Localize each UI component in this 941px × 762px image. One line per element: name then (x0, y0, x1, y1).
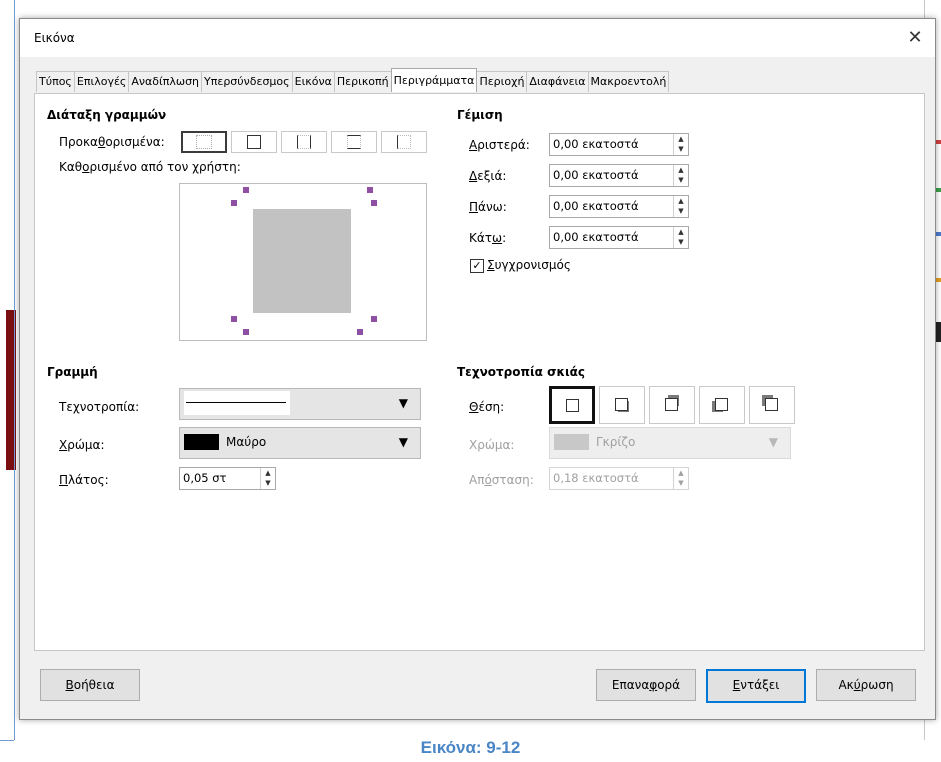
preset-box[interactable] (231, 131, 277, 153)
preset-group (181, 131, 431, 153)
padding-right-label: Δεξιά: (469, 169, 507, 183)
corner-handle[interactable] (231, 200, 237, 206)
spin-up-icon[interactable]: ▲ (674, 196, 688, 206)
border-preview-content (253, 209, 351, 313)
line-width-spinner[interactable]: 0,05 στ ▲ ▼ (179, 467, 276, 490)
corner-handle[interactable] (371, 200, 377, 206)
shadow-position-label: Θέση: (469, 400, 505, 414)
corner-handle[interactable] (243, 187, 249, 193)
tab-options[interactable]: Επιλογές (73, 71, 130, 92)
line-width-label: Πλάτος: (59, 473, 109, 487)
corner-handle[interactable] (243, 329, 249, 335)
padding-right-value: 0,00 εκατοστά (553, 168, 639, 182)
shadow-distance-label: Απόσταση: (469, 473, 534, 487)
line-style-dropdown[interactable]: ▼ (179, 388, 421, 420)
image-dialog: Εικόνα ✕ Τύπος Επιλογές Αναδίπλωση Υπερσ… (19, 18, 936, 720)
tab-borders[interactable]: Περιγράμματα (390, 68, 478, 92)
shadow-bottom-right-button[interactable] (599, 386, 645, 424)
shadow-bottom-left-button[interactable] (699, 386, 745, 424)
spin-up-icon[interactable]: ▲ (674, 165, 688, 175)
checkmark-icon: ✓ (470, 259, 484, 273)
line-style-label: Τεχνοτροπία: (59, 400, 140, 414)
padding-title: Γέμιση (457, 108, 503, 122)
synchronize-label: Συγχρονισμός (487, 258, 571, 272)
corner-handle[interactable] (231, 316, 237, 322)
spin-up-icon[interactable]: ▲ (261, 468, 275, 478)
spin-down-icon[interactable]: ▼ (674, 175, 688, 185)
tab-image[interactable]: Εικόνα (291, 71, 335, 92)
shadow-position-group (549, 386, 799, 424)
shadow-distance-value: 0,18 εκατοστά (553, 471, 639, 485)
padding-left-value: 0,00 εκατοστά (553, 137, 639, 151)
user-defined-label: Καθορισμένο από τον χρήστη: (59, 160, 241, 174)
spin-down-icon[interactable]: ▼ (674, 237, 688, 247)
spin-up-icon[interactable]: ▲ (674, 227, 688, 237)
tab-wrap[interactable]: Αναδίπλωση (128, 71, 203, 92)
corner-handle[interactable] (357, 329, 363, 335)
spin-down-icon[interactable]: ▼ (674, 478, 688, 488)
preset-left-right[interactable] (281, 131, 327, 153)
tab-type[interactable]: Τύπος (36, 71, 75, 92)
color-swatch (554, 434, 589, 450)
padding-bottom-spinner[interactable]: 0,00 εκατοστά ▲ ▼ (549, 226, 689, 249)
shadow-top-right-button[interactable] (649, 386, 695, 424)
tab-transparency[interactable]: Διαφάνεια (526, 71, 589, 92)
padding-top-spinner[interactable]: 0,00 εκατοστά ▲ ▼ (549, 195, 689, 218)
close-button[interactable]: ✕ (900, 23, 930, 53)
line-width-value: 0,05 στ (183, 471, 227, 485)
tab-area[interactable]: Περιοχή (476, 71, 528, 92)
presets-label: Προκαθορισμένα: (59, 135, 165, 149)
padding-bottom-label: Κάτω: (469, 231, 507, 245)
preset-left-only[interactable] (381, 131, 427, 153)
shadow-color-value: Γκρίζο (596, 435, 636, 449)
dialog-titlebar: Εικόνα ✕ (20, 19, 935, 57)
padding-left-spinner[interactable]: 0,00 εκατοστά ▲ ▼ (549, 133, 689, 156)
shadow-color-dropdown[interactable]: Γκρίζο ▼ (549, 427, 791, 459)
dialog-title: Εικόνα (34, 31, 75, 45)
borders-panel: Διάταξη γραμμών Προκαθορισμένα: Καθορισμ… (34, 93, 925, 651)
preset-none[interactable] (181, 131, 227, 153)
color-swatch (184, 434, 219, 450)
line-title: Γραμμή (47, 365, 98, 379)
spin-down-icon[interactable]: ▼ (674, 144, 688, 154)
chevron-down-icon: ▼ (398, 396, 408, 410)
tab-macro[interactable]: Μακροεντολή (587, 71, 670, 92)
spin-down-icon[interactable]: ▼ (261, 478, 275, 488)
shadow-color-label: Χρώμα: (469, 438, 515, 452)
spin-down-icon[interactable]: ▼ (674, 206, 688, 216)
spin-up-icon[interactable]: ▲ (674, 134, 688, 144)
line-color-value: Μαύρο (226, 435, 267, 449)
tab-hyperlink[interactable]: Υπερσύνδεσμος (201, 71, 293, 92)
padding-bottom-value: 0,00 εκατοστά (553, 230, 639, 244)
shadow-top-left-button[interactable] (749, 386, 795, 424)
line-arrangement-title: Διάταξη γραμμών (47, 108, 167, 122)
cancel-button[interactable]: Ακύρωση (816, 669, 916, 701)
ok-button[interactable]: Εντάξει (706, 669, 806, 703)
shadow-style-title: Τεχνοτροπία σκιάς (457, 365, 586, 379)
padding-right-spinner[interactable]: 0,00 εκατοστά ▲ ▼ (549, 164, 689, 187)
shadow-none-button[interactable] (549, 386, 595, 424)
preset-top-bottom[interactable] (331, 131, 377, 153)
spin-up-icon[interactable]: ▲ (674, 468, 688, 478)
line-color-label: Χρώμα: (59, 438, 105, 452)
figure-caption: Εικόνα: 9-12 (420, 738, 521, 757)
chevron-down-icon: ▼ (398, 435, 408, 449)
chevron-down-icon: ▼ (768, 435, 778, 449)
shadow-distance-spinner[interactable]: 0,18 εκατοστά ▲ ▼ (549, 467, 689, 490)
user-defined-border-area[interactable] (179, 183, 427, 341)
line-color-dropdown[interactable]: Μαύρο ▼ (179, 427, 421, 459)
synchronize-checkbox[interactable]: ✓ Συγχρονισμός (470, 258, 630, 276)
padding-top-label: Πάνω: (469, 200, 507, 214)
corner-handle[interactable] (371, 316, 377, 322)
reset-button[interactable]: Επαναφορά (596, 669, 696, 701)
line-style-preview (184, 391, 290, 415)
tab-crop[interactable]: Περικοπή (333, 71, 392, 92)
corner-handle[interactable] (367, 187, 373, 193)
help-button[interactable]: Βοήθεια (40, 669, 140, 701)
padding-left-label: Αριστερά: (469, 138, 530, 152)
tab-bar: Τύπος Επιλογές Αναδίπλωση Υπερσύνδεσμος … (36, 68, 670, 93)
document-left-ruler (14, 0, 15, 740)
padding-top-value: 0,00 εκατοστά (553, 199, 639, 213)
